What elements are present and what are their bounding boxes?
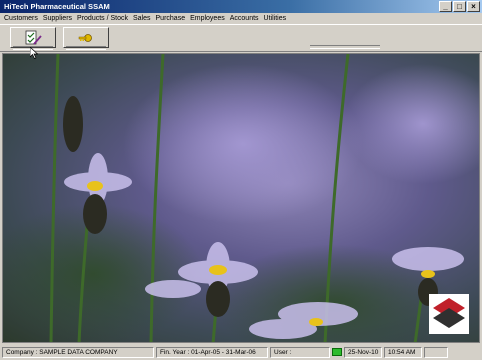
menu-utilities[interactable]: Utilities [264,15,287,22]
toolbar [0,24,482,52]
window-title: HiTech Pharmaceutical SSAM [4,2,110,11]
close-button[interactable]: × [467,1,480,12]
menu-suppliers[interactable]: Suppliers [43,15,72,22]
company-logo [429,294,469,334]
menu-bar: Customers Suppliers Products / Stock Sal… [0,13,482,24]
maximize-button[interactable]: □ [453,1,466,12]
status-date: 25-Nov-10 [344,346,382,358]
title-bar: HiTech Pharmaceutical SSAM _ □ × [0,0,482,13]
status-bar: Company : SAMPLE DATA COMPANY Fin. Year … [0,344,482,360]
menu-purchase[interactable]: Purchase [156,15,186,22]
toolbar-underline [66,46,106,50]
key-button[interactable] [63,27,109,48]
menu-accounts[interactable]: Accounts [230,15,259,22]
mouse-cursor-icon [30,47,38,59]
status-time: 10:54 AM [384,346,422,358]
checklist-pen-icon [25,30,42,45]
checklist-button[interactable] [10,27,56,48]
status-user: User : [270,346,330,358]
menu-customers[interactable]: Customers [4,15,38,22]
status-company: Company : SAMPLE DATA COMPANY [2,346,154,358]
menu-products-stock[interactable]: Products / Stock [77,15,128,22]
flower-wallpaper [3,54,479,342]
menu-employees[interactable]: Employees [190,15,225,22]
status-indicator [332,348,342,356]
status-extra [424,346,448,358]
status-fin-year: Fin. Year : 01-Apr-05 - 31-Mar-06 [156,346,268,358]
key-icon [78,33,92,42]
menu-sales[interactable]: Sales [133,15,151,22]
minimize-button[interactable]: _ [439,1,452,12]
background-image [2,53,480,343]
toolbar-separator [310,45,380,49]
